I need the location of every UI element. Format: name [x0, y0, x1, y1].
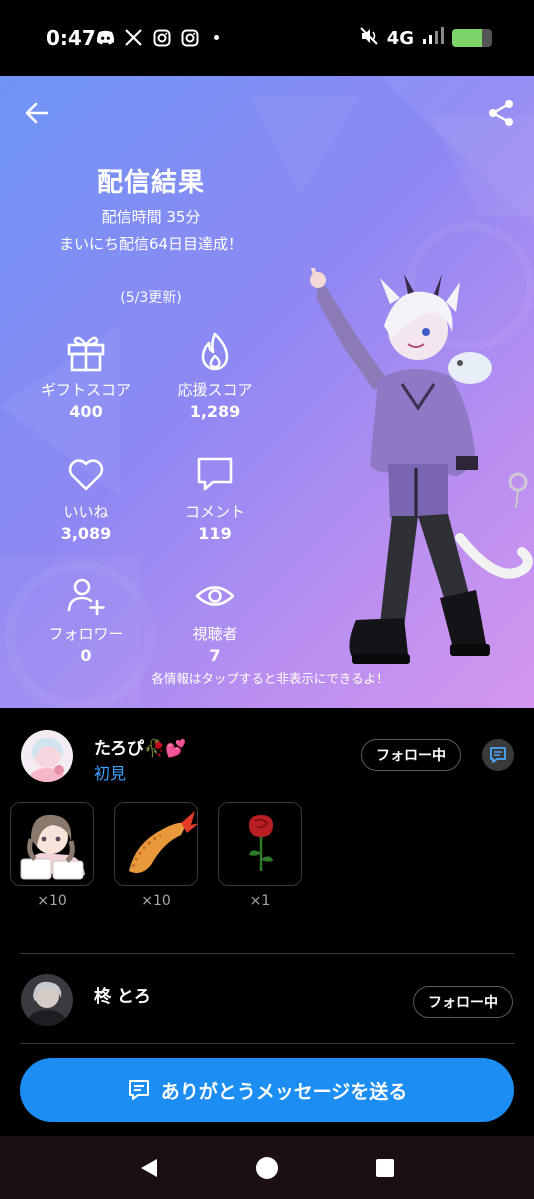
stat-support-score[interactable]: 応援スコア 1,289 — [150, 330, 280, 424]
message-icon — [128, 1080, 149, 1100]
gift-count: ×1 — [249, 893, 271, 909]
stat-label: コメント — [184, 503, 245, 521]
stat-gift-score[interactable]: ギフトスコア 400 — [21, 330, 151, 424]
gift-count: ×10 — [141, 893, 171, 909]
updated-date: (5/3更新) — [120, 290, 182, 306]
gift-item[interactable] — [10, 802, 94, 886]
stat-value: 119 — [198, 524, 232, 543]
nav-back-button[interactable] — [134, 1153, 164, 1183]
gift-item[interactable] — [114, 802, 198, 886]
stat-followers[interactable]: フォロワー 0 — [21, 574, 151, 668]
status-bar: 0:47 4G — [0, 0, 534, 76]
flame-icon — [201, 332, 229, 371]
stat-value: 3,089 — [60, 524, 112, 543]
stat-viewers[interactable]: 視聴者 7 — [150, 574, 280, 668]
stat-value: 400 — [69, 402, 103, 421]
status-right: 4G — [359, 26, 492, 50]
nav-recents-button[interactable] — [370, 1153, 400, 1183]
share-icon — [489, 100, 513, 126]
triangle-back-icon — [141, 1158, 157, 1177]
square-recents-icon — [376, 1158, 394, 1177]
chat-icon — [490, 747, 506, 763]
stat-label: ギフトスコア — [40, 381, 131, 399]
supporter-name[interactable]: たろぴ🥀💕 — [94, 734, 186, 759]
send-thanks-label: ありがとうメッセージを送る — [160, 1080, 408, 1103]
page-title: 配信結果 — [96, 168, 205, 198]
streak-text: まいにち配信64日目達成！ — [58, 235, 244, 253]
message-button[interactable] — [482, 739, 514, 771]
stat-label: 応援スコア — [177, 381, 253, 399]
stat-label: いいね — [63, 503, 109, 521]
vtuber-avatar-image — [310, 268, 533, 664]
stat-value: 0 — [80, 646, 92, 665]
gift-icon — [67, 336, 105, 372]
supporter-name[interactable]: 柊 とろ — [94, 982, 151, 1007]
send-thanks-button[interactable]: ありがとうメッセージを送る — [20, 1058, 514, 1122]
stat-comments[interactable]: コメント 119 — [150, 452, 280, 546]
network-label: 4G — [386, 27, 414, 49]
system-nav-bar — [0, 1136, 534, 1199]
supporter-card: 柊 とろ フォロー中 — [0, 954, 534, 1044]
gift-item[interactable] — [218, 802, 302, 886]
share-button[interactable] — [486, 98, 516, 128]
back-button[interactable] — [22, 98, 52, 128]
girl-sticker-image — [20, 814, 85, 880]
notification-icons — [96, 28, 219, 47]
stat-label: 視聴者 — [192, 625, 238, 643]
avatar-image — [21, 730, 73, 782]
ebi-fry-image — [129, 811, 197, 873]
follow-button[interactable]: フォロー中 — [361, 739, 461, 771]
avatar-image — [21, 974, 73, 1026]
stream-duration: 配信時間 35分 — [101, 208, 201, 226]
gift-count: ×10 — [37, 893, 67, 909]
mute-icon — [359, 26, 379, 50]
arrow-left-icon — [25, 102, 49, 124]
stat-value: 7 — [209, 646, 221, 665]
stat-likes[interactable]: いいね 3,089 — [21, 452, 151, 546]
divider — [20, 1043, 514, 1044]
instagram-icon — [152, 28, 171, 47]
battery-level — [452, 29, 482, 47]
comment-icon — [197, 457, 233, 491]
discord-icon — [96, 28, 115, 47]
avatar[interactable] — [21, 730, 73, 782]
circle-home-icon — [256, 1156, 278, 1179]
battery-icon — [452, 29, 492, 47]
add-user-icon — [67, 578, 105, 616]
heart-icon — [68, 459, 104, 491]
nav-home-button[interactable] — [252, 1153, 282, 1183]
x-icon — [124, 28, 143, 47]
tap-hint: 各情報はタップすると非表示にできるよ！ — [151, 671, 389, 686]
eye-icon — [195, 586, 235, 606]
avatar[interactable] — [21, 974, 73, 1026]
status-time: 0:47 — [46, 26, 96, 50]
first-visit-badge: 初見 — [94, 764, 127, 783]
stat-value: 1,289 — [189, 402, 241, 421]
rose-image — [249, 815, 273, 871]
more-notifications-dot — [214, 35, 219, 40]
stream-result-hero: 配信結果 配信時間 35分 まいにち配信64日目達成！ (5/3更新) ギフトス… — [0, 76, 534, 708]
stat-label: フォロワー — [48, 625, 124, 643]
follow-button[interactable]: フォロー中 — [413, 986, 513, 1018]
signal-icon — [422, 27, 444, 49]
instagram-icon — [180, 28, 199, 47]
